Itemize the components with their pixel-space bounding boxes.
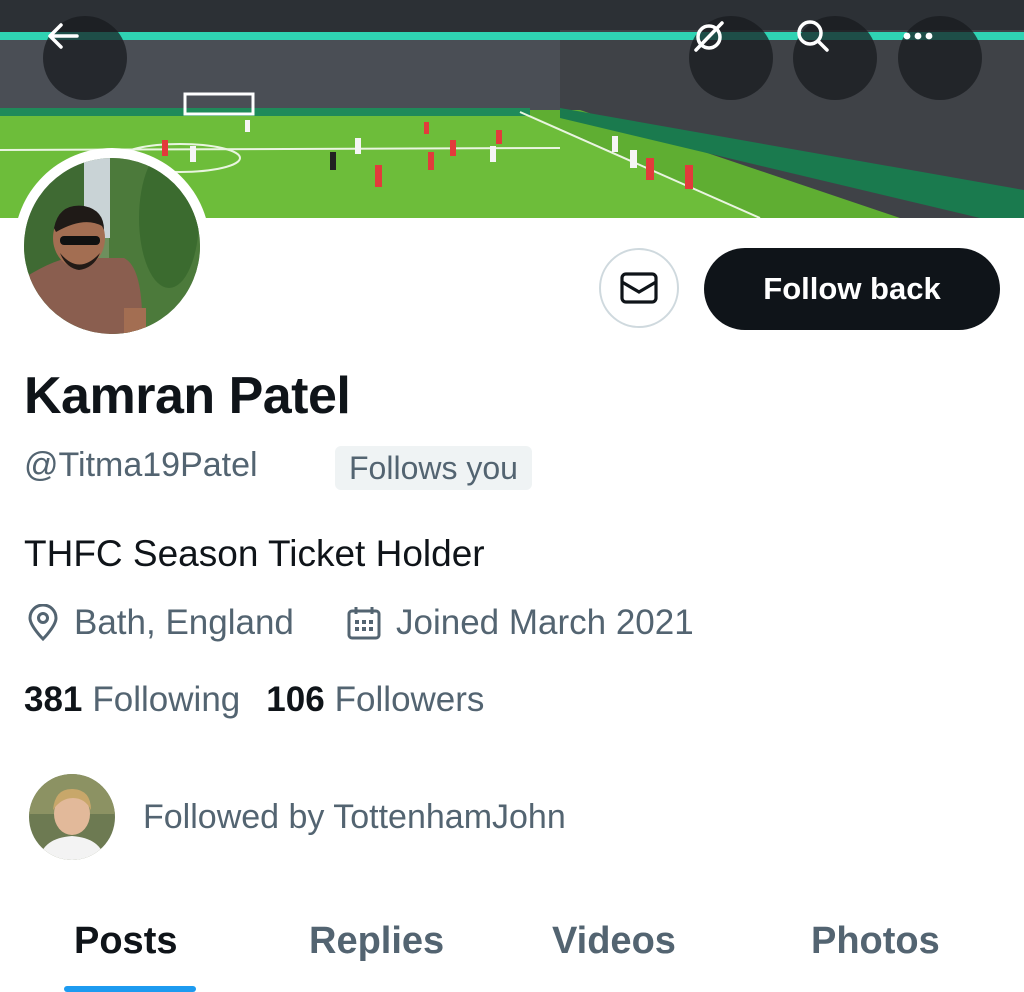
more-icon (903, 32, 933, 40)
search-icon (797, 20, 829, 52)
follower-avatar-photo (29, 774, 115, 860)
search-button[interactable] (793, 16, 877, 100)
location-text: Bath, England (74, 603, 294, 642)
active-tab-indicator (64, 986, 196, 992)
location-pin-icon (28, 604, 58, 642)
avatar-photo (24, 158, 200, 334)
unlink-icon (694, 21, 724, 52)
back-button[interactable] (43, 16, 127, 100)
calendar-icon (347, 607, 381, 640)
envelope-icon (620, 272, 658, 304)
follower-avatar (29, 774, 115, 860)
profile-bio: THFC Season Ticket Holder (24, 533, 485, 574)
join-date-text: Joined March 2021 (396, 603, 694, 642)
follows-you-badge: Follows you (335, 446, 532, 490)
followers-stat[interactable]: 106 Followers (266, 680, 484, 720)
profile-name: Kamran Patel (24, 367, 351, 425)
tab-posts[interactable]: Posts (74, 920, 177, 963)
profile-stats: 381 Following 106 Followers (24, 680, 484, 720)
location: Bath, England (26, 603, 294, 643)
followers-label: Followers (334, 680, 485, 719)
follow-back-button[interactable]: Follow back (704, 248, 1000, 330)
profile-tabs: Posts Replies Videos Photos (0, 908, 1024, 992)
unlink-button[interactable] (689, 16, 773, 100)
followed-by[interactable]: Followed by TottenhamJohn (29, 774, 566, 860)
profile-avatar[interactable] (14, 148, 210, 344)
tab-videos[interactable]: Videos (552, 920, 676, 963)
arrow-left-icon (48, 23, 79, 49)
followers-count: 106 (266, 680, 325, 719)
following-stat[interactable]: 381 Following (24, 680, 240, 720)
tab-photos[interactable]: Photos (811, 920, 940, 963)
message-button[interactable] (599, 248, 679, 328)
followed-by-text: Followed by TottenhamJohn (143, 797, 566, 836)
tab-replies[interactable]: Replies (309, 920, 444, 963)
join-date: Joined March 2021 (346, 603, 694, 643)
more-button[interactable] (898, 16, 982, 100)
following-count: 381 (24, 680, 83, 719)
profile-handle: @Titma19Patel (24, 446, 258, 484)
following-label: Following (92, 680, 241, 719)
